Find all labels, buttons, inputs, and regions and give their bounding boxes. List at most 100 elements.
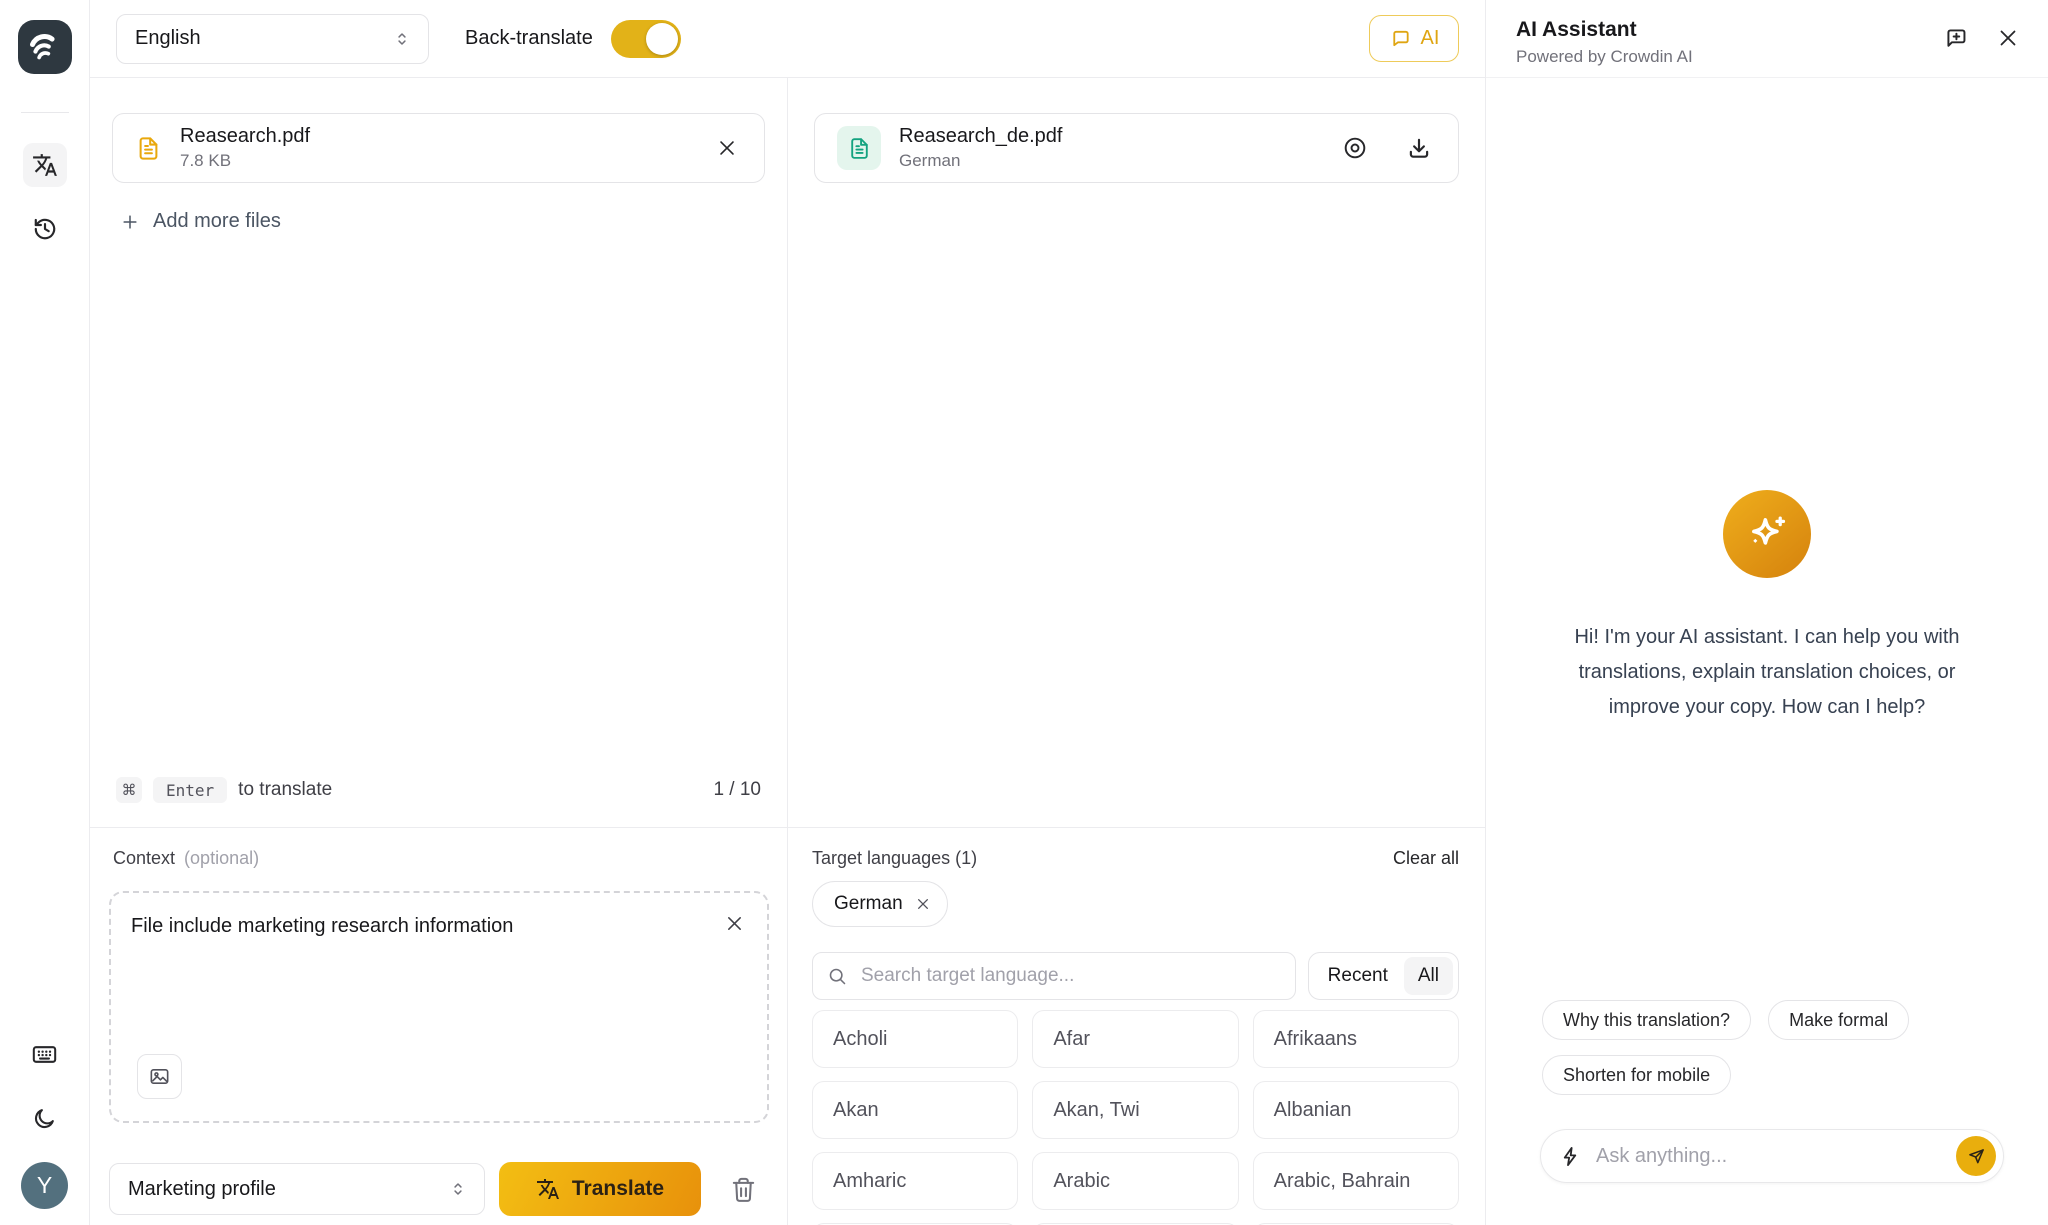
source-file-name: Reasearch.pdf [180, 125, 698, 148]
file-actions [1342, 135, 1432, 161]
close-icon [724, 913, 745, 934]
language-option[interactable]: Amharic [812, 1152, 1018, 1210]
lightning-icon[interactable] [1559, 1145, 1582, 1168]
moon-icon [32, 1106, 57, 1131]
left-sidebar: Y [0, 0, 90, 1225]
language-option-label: Arabic [1053, 1170, 1110, 1193]
suggestion-chip-label: Shorten for mobile [1563, 1065, 1710, 1086]
context-text[interactable]: File include marketing research informat… [131, 912, 707, 940]
back-translate-label: Back-translate [465, 27, 593, 50]
sparkle-icon [1741, 508, 1793, 560]
context-optional-label: (optional) [184, 848, 259, 869]
language-filter-tabs: Recent All [1308, 952, 1459, 1000]
file-meta: Reasearch_de.pdf German [899, 125, 1324, 171]
download-file-button[interactable] [1406, 135, 1432, 161]
tab-recent[interactable]: Recent [1314, 957, 1402, 995]
history-icon [32, 216, 58, 242]
language-option[interactable]: Albanian [1253, 1081, 1459, 1139]
dark-mode-toggle[interactable] [23, 1096, 67, 1140]
translated-files-panel: Reasearch_de.pdf German [788, 78, 1485, 827]
language-option-label: Acholi [833, 1028, 887, 1051]
back-translate-toggle[interactable] [611, 20, 681, 58]
ai-button-label: AI [1421, 27, 1440, 50]
source-language-value: English [135, 27, 201, 50]
shortcut-hint-text: to translate [238, 779, 332, 801]
language-option[interactable]: Afrikaans [1253, 1010, 1459, 1068]
language-option[interactable]: Acholi [812, 1010, 1018, 1068]
cmd-keycap: ⌘ [116, 777, 142, 803]
ai-input-bar[interactable] [1540, 1129, 2004, 1183]
language-option[interactable]: Akan, Twi [1032, 1081, 1238, 1139]
language-option[interactable]: Afar [1032, 1010, 1238, 1068]
suggestion-chip[interactable]: Make formal [1768, 1000, 1909, 1040]
ai-suggestion-chips: Why this translation? Make formal Shorten … [1486, 1000, 2048, 1095]
new-chat-button[interactable] [1943, 25, 1969, 51]
trash-icon [729, 1175, 758, 1204]
translate-button[interactable]: Translate [499, 1162, 701, 1216]
avatar-initial: Y [37, 1172, 52, 1199]
suggestion-chip[interactable]: Shorten for mobile [1542, 1055, 1731, 1095]
keyboard-shortcuts-button[interactable] [23, 1032, 67, 1076]
language-search-input[interactable] [859, 964, 1281, 988]
language-option-label: Afrikaans [1274, 1028, 1357, 1051]
file-icon-tile [837, 126, 881, 170]
file-meta: Reasearch.pdf 7.8 KB [180, 125, 698, 171]
source-file-size: 7.8 KB [180, 151, 698, 171]
source-file-card[interactable]: Reasearch.pdf 7.8 KB [112, 113, 765, 183]
shortcut-hint-row: ⌘ Enter to translate 1 / 10 [112, 777, 765, 803]
language-option[interactable]: Arabic [1032, 1152, 1238, 1210]
sidebar-item-history[interactable] [23, 207, 67, 251]
chat-bubble-icon [1389, 27, 1412, 50]
add-more-files-button[interactable]: Add more files [112, 210, 765, 233]
suggestion-chip-label: Why this translation? [1563, 1010, 1730, 1031]
translated-file-card[interactable]: Reasearch_de.pdf German [814, 113, 1459, 183]
preview-file-button[interactable] [1342, 135, 1368, 161]
ai-panel-header: AI Assistant Powered by Crowdin AI [1486, 0, 2048, 78]
ai-header-titles: AI Assistant Powered by Crowdin AI [1516, 16, 1693, 67]
paper-plane-icon [1966, 1146, 1987, 1167]
sidebar-item-translate[interactable] [23, 143, 67, 187]
context-panel: Context (optional) File include marketin… [90, 828, 788, 1225]
selected-language-chip[interactable]: German [812, 881, 948, 927]
topbar: English Back-translate AI [90, 0, 1485, 78]
user-avatar[interactable]: Y [21, 1162, 68, 1209]
language-option-label: Akan, Twi [1053, 1099, 1139, 1122]
target-languages-header: Target languages (1) Clear all [812, 848, 1459, 869]
context-input-area[interactable]: File include marketing research informat… [109, 891, 769, 1123]
profile-select[interactable]: Marketing profile [109, 1163, 485, 1215]
remove-language-icon[interactable] [915, 896, 931, 912]
source-language-select[interactable]: English [116, 14, 429, 64]
language-option-label: Akan [833, 1099, 879, 1122]
translated-file-name: Reasearch_de.pdf [899, 125, 1324, 148]
language-search-box[interactable] [812, 952, 1296, 1000]
language-option[interactable]: Akan [812, 1081, 1018, 1139]
bottom-section: Context (optional) File include marketin… [90, 827, 1485, 1225]
ai-header-actions [1943, 25, 2020, 51]
ai-assistant-panel: AI Assistant Powered by Crowdin AI [1486, 0, 2048, 1225]
app-window: Y English Back-translate AI [0, 0, 2048, 1225]
translated-file-language: German [899, 151, 1324, 171]
context-label: Context [113, 848, 175, 869]
suggestion-chip[interactable]: Why this translation? [1542, 1000, 1751, 1040]
delete-button[interactable] [729, 1175, 758, 1204]
tab-all[interactable]: All [1404, 957, 1453, 995]
clear-all-button[interactable]: Clear all [1393, 848, 1459, 869]
attach-image-button[interactable] [137, 1054, 182, 1099]
ai-chat-input[interactable] [1594, 1144, 1944, 1169]
remove-file-button[interactable] [716, 137, 738, 159]
chevron-up-down-icon [392, 29, 412, 49]
ai-panel-title: AI Assistant [1516, 16, 1693, 43]
language-grid: Acholi Afar Afrikaans Akan Akan, Twi Albanian… [812, 1010, 1459, 1225]
ai-assistant-button[interactable]: AI [1369, 15, 1459, 62]
context-label-row: Context (optional) [109, 848, 769, 869]
language-option[interactable]: Arabic, Bahrain [1253, 1152, 1459, 1210]
download-icon [1406, 135, 1432, 161]
target-languages-panel: Target languages (1) Clear all German [788, 828, 1485, 1225]
close-panel-button[interactable] [1996, 26, 2020, 50]
crowdin-logo[interactable] [18, 20, 72, 74]
file-text-icon [847, 136, 872, 161]
crowdin-logo-icon [25, 27, 65, 67]
send-message-button[interactable] [1956, 1136, 1996, 1176]
clear-context-button[interactable] [724, 913, 745, 934]
source-files-panel: Reasearch.pdf 7.8 KB Add more files ⌘ En… [90, 78, 788, 827]
